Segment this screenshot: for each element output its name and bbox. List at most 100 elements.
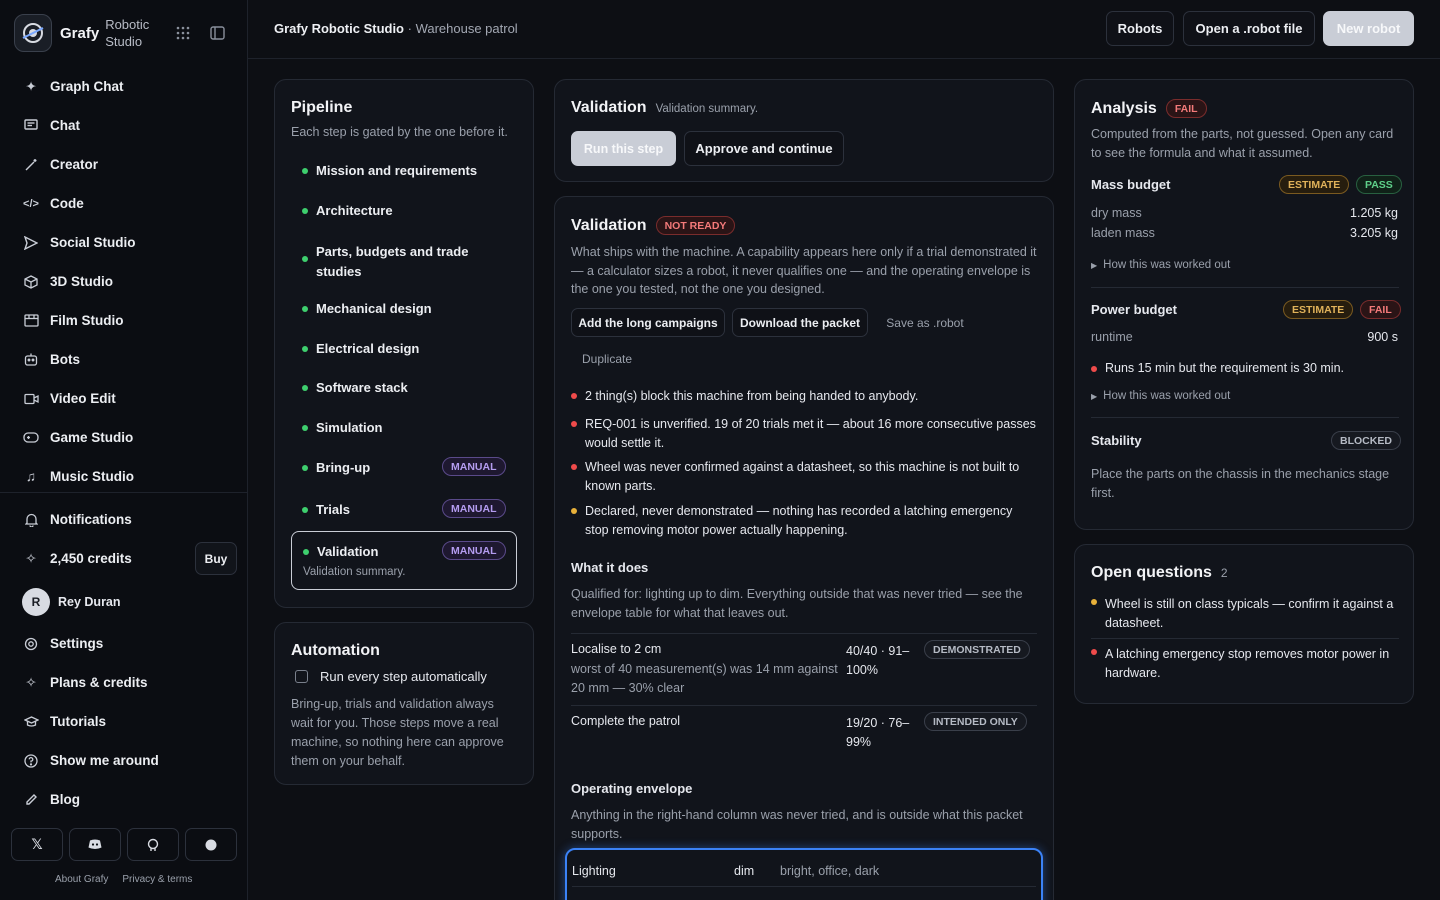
privacy-link[interactable]: Privacy & terms	[122, 874, 192, 885]
save-robot-button[interactable]: Save as .robot	[875, 308, 975, 337]
pipeline-step-trials[interactable]: Trials	[302, 502, 350, 517]
status-dot	[302, 306, 308, 312]
music-icon: ♫	[25, 469, 37, 484]
analysis-card: Analysis FAIL Computed from the parts, n…	[1074, 79, 1414, 530]
pipeline-step-validation[interactable]: Validation MANUAL Validation summary.	[291, 531, 517, 590]
buy-credits-button[interactable]: Buy	[195, 542, 237, 575]
step-label: Architecture	[316, 203, 393, 218]
pipeline-step-mission[interactable]: Mission and requirements	[302, 163, 477, 178]
pipeline-card: Pipeline Each step is gated by the one b…	[274, 79, 534, 608]
discord-icon[interactable]	[69, 828, 121, 861]
status-dot	[302, 346, 308, 352]
danger-dot	[1091, 649, 1097, 655]
capability-score: 19/20 · 76–99%	[846, 716, 910, 749]
pipeline-step-architecture[interactable]: Architecture	[302, 203, 393, 218]
nav-item-video-edit[interactable]: Video Edit	[0, 379, 247, 418]
nav-label: Game Studio	[50, 430, 134, 445]
step-label: Mission and requirements	[316, 163, 478, 178]
nav-label: Music Studio	[50, 469, 134, 484]
x-icon[interactable]: 𝕏	[11, 828, 63, 861]
estimate-badge: ESTIMATE	[1279, 175, 1350, 194]
about-link[interactable]: About Grafy	[55, 874, 108, 885]
open-questions-title: Open questions	[1091, 564, 1212, 581]
nav-item-plans[interactable]: ✧ Plans & credits	[0, 663, 247, 702]
auto-run-checkbox[interactable]	[295, 670, 308, 683]
envelope-table[interactable]: Lighting dim bright, office, dark	[565, 848, 1043, 900]
pipeline-step-parts[interactable]: Parts, budgets and trade studies	[302, 242, 492, 282]
brand[interactable]: Grafy Robotic Studio	[14, 14, 161, 52]
nav-item-notifications[interactable]: Notifications	[0, 500, 247, 539]
pipeline-step-electrical[interactable]: Electrical design	[302, 341, 419, 356]
power-how-worked-out[interactable]: ▶ How this was worked out	[1091, 390, 1230, 402]
approve-continue-button[interactable]: Approve and continue	[684, 131, 844, 166]
breadcrumb: Grafy Robotic Studio · Warehouse patrol	[274, 21, 518, 36]
graduation-cap-icon	[22, 715, 40, 728]
robots-button[interactable]: Robots	[1106, 11, 1174, 46]
nav-item-game-studio[interactable]: Game Studio	[0, 418, 247, 457]
metric-value: 1.205 kg	[1350, 206, 1398, 220]
nav-item-creator[interactable]: Creator	[0, 145, 247, 184]
manual-badge: MANUAL	[442, 541, 506, 560]
nav-item-code[interactable]: </> Code	[0, 184, 247, 223]
mass-how-worked-out[interactable]: ▶ How this was worked out	[1091, 259, 1230, 271]
status-dot	[302, 168, 308, 174]
envelope-tested-value: dim	[734, 864, 755, 878]
danger-dot	[571, 464, 577, 470]
section-divider	[1091, 417, 1399, 418]
nav-item-blog[interactable]: Blog	[0, 780, 247, 819]
pipeline-subtitle: Each step is gated by the one before it.	[291, 125, 508, 139]
pipeline-step-software[interactable]: Software stack	[302, 380, 408, 395]
nav-item-bots[interactable]: Bots	[0, 340, 247, 379]
pipeline-step-simulation[interactable]: Simulation	[302, 420, 382, 435]
pipeline-step-mechanical[interactable]: Mechanical design	[302, 301, 432, 316]
analysis-header: Analysis FAIL	[1091, 99, 1207, 118]
question-item[interactable]: Wheel is still on class typicals — confi…	[1091, 595, 1401, 633]
estimate-badge: ESTIMATE	[1283, 300, 1354, 319]
warning-dot	[571, 508, 577, 514]
add-campaigns-button[interactable]: Add the long campaigns	[571, 308, 725, 337]
footer-links: About Grafy Privacy & terms	[55, 874, 192, 885]
download-packet-button[interactable]: Download the packet	[732, 308, 868, 337]
nav-label: Settings	[50, 636, 104, 651]
open-robot-file-button[interactable]: Open a .robot file	[1183, 11, 1315, 46]
capability-detail: worst of 40 measurement(s) was 14 mm aga…	[571, 662, 838, 695]
run-step-button[interactable]: Run this step	[571, 131, 676, 166]
nav-item-3d-studio[interactable]: 3D Studio	[0, 262, 247, 301]
nav-item-chat[interactable]: Chat	[0, 106, 247, 145]
new-robot-button[interactable]: New robot	[1323, 11, 1414, 46]
section-divider	[1091, 287, 1399, 288]
question-text: A latching emergency stop removes motor …	[1105, 647, 1390, 680]
github-icon[interactable]	[127, 828, 179, 861]
nav-divider	[0, 492, 247, 493]
warning-text: Runs 15 min but the requirement is 30 mi…	[1105, 361, 1345, 375]
nav-item-tutorials[interactable]: Tutorials	[0, 702, 247, 741]
pipeline-step-bringup[interactable]: Bring-up	[302, 460, 370, 475]
manual-badge: MANUAL	[442, 457, 506, 476]
metric-value: 3.205 kg	[1350, 226, 1398, 240]
step-label: Mechanical design	[316, 301, 432, 316]
apps-grid-icon[interactable]	[176, 26, 190, 43]
nav-item-social-studio[interactable]: Social Studio	[0, 223, 247, 262]
breadcrumb-app[interactable]: Grafy Robotic Studio	[274, 21, 404, 36]
question-item[interactable]: A latching emergency stop removes motor …	[1091, 645, 1401, 683]
message-icon	[22, 119, 40, 132]
capability-row[interactable]: Localise to 2 cm worst of 40 measurement…	[571, 640, 1037, 702]
validation-card: Validation NOT READY What ships with the…	[554, 196, 1054, 900]
sidebar-toggle-icon[interactable]	[210, 26, 225, 43]
nav-item-graph-chat[interactable]: ✦ Graph Chat	[0, 67, 247, 106]
metric-value: 900 s	[1367, 330, 1398, 344]
caret-right-icon: ▶	[1091, 391, 1098, 401]
user-profile[interactable]: R Rey Duran	[22, 588, 121, 616]
duplicate-button[interactable]: Duplicate	[571, 344, 643, 373]
film-icon	[22, 314, 40, 327]
circle-icon[interactable]	[185, 828, 237, 861]
nav-item-tour[interactable]: Show me around	[0, 741, 247, 780]
status-dot	[302, 425, 308, 431]
auto-run-checkbox-row[interactable]: Run every step automatically	[295, 669, 487, 684]
capability-row[interactable]: Complete the patrol 19/20 · 76–99% INTEN…	[571, 712, 1037, 754]
analysis-title: Analysis	[1091, 99, 1157, 117]
nav-item-music-studio[interactable]: ♫ Music Studio	[0, 457, 247, 496]
main-nav: ✦ Graph Chat Chat Creator </> Code Social …	[0, 67, 247, 496]
nav-item-settings[interactable]: Settings	[0, 624, 247, 663]
nav-item-film-studio[interactable]: Film Studio	[0, 301, 247, 340]
